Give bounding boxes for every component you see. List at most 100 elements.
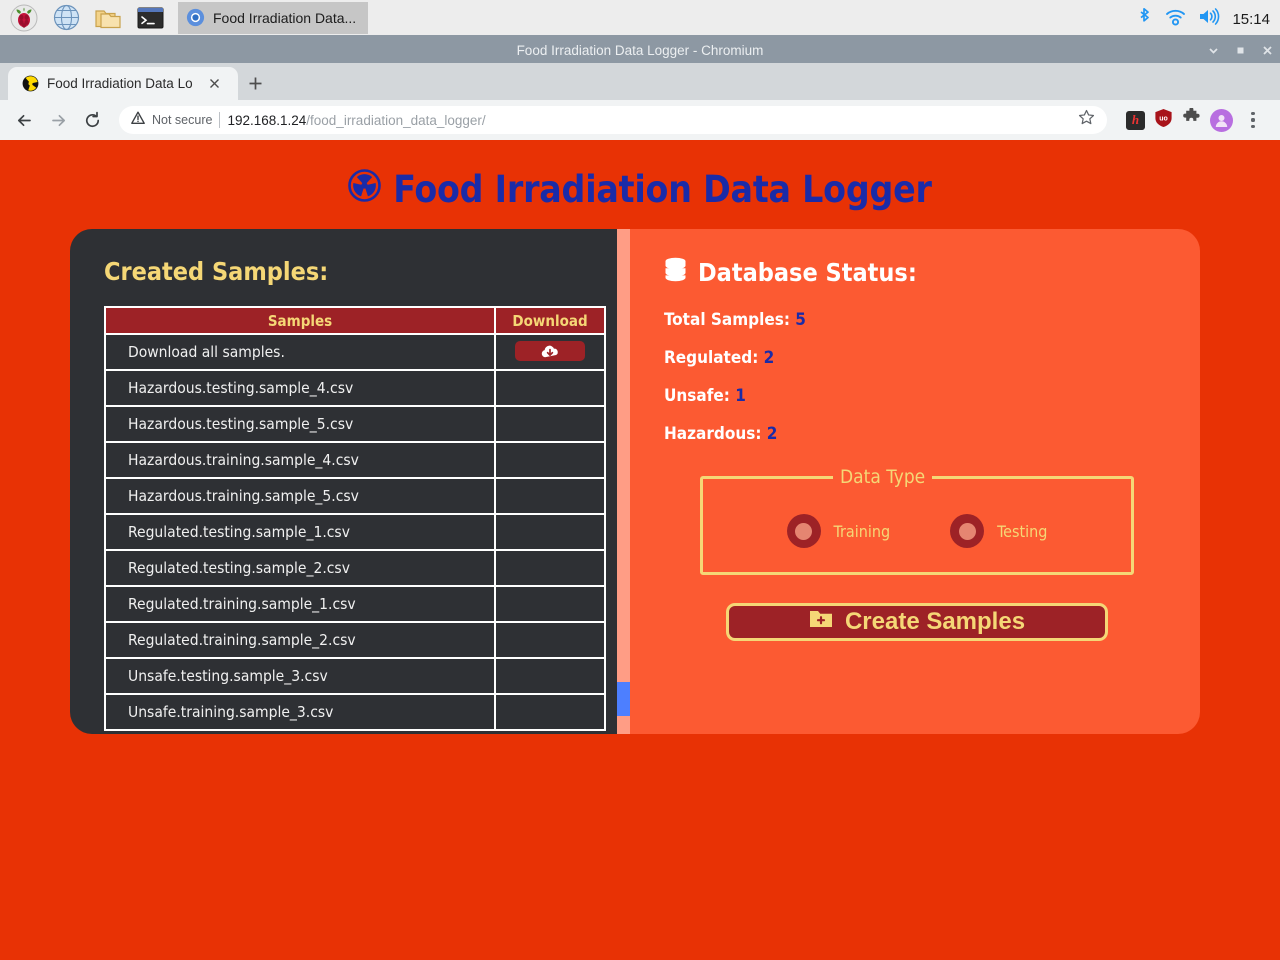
sample-file-name[interactable]: Regulated.training.sample_2.csv <box>105 622 495 658</box>
system-tray: 15:14 <box>1136 0 1270 38</box>
os-taskbar: Food Irradiation Data... 15:14 <box>0 0 1280 38</box>
table-row: Regulated.training.sample_2.csv <box>105 622 605 658</box>
radiation-favicon <box>22 75 39 92</box>
sample-file-name[interactable]: Regulated.testing.sample_1.csv <box>105 514 495 550</box>
created-samples-panel: Created Samples: Samples Download Downlo… <box>70 229 630 734</box>
ublock-origin-extension-icon[interactable]: uo <box>1154 108 1173 133</box>
maximize-window-button[interactable] <box>1233 44 1247 58</box>
sample-file-name[interactable]: Unsafe.training.sample_3.csv <box>105 694 495 730</box>
radio-button[interactable] <box>950 514 984 548</box>
chromium-icon <box>186 8 205 27</box>
sample-download-cell <box>495 370 605 406</box>
taskbar-window-label: Food Irradiation Data... <box>213 10 356 26</box>
column-header-samples: Samples <box>105 307 495 334</box>
reload-button[interactable] <box>77 105 107 135</box>
database-icon <box>664 257 687 288</box>
data-type-option[interactable]: Training <box>787 514 891 548</box>
close-window-button[interactable] <box>1260 44 1274 58</box>
sample-download-cell <box>495 478 605 514</box>
file-manager-icon[interactable] <box>90 2 126 34</box>
sample-download-cell <box>495 658 605 694</box>
database-stat-label: Hazardous: <box>664 424 761 444</box>
terminal-icon[interactable] <box>132 2 168 34</box>
database-stat: Hazardous: 2 <box>664 424 1170 444</box>
bluetooth-icon[interactable] <box>1136 7 1153 32</box>
create-samples-button-label: Create Samples <box>845 608 1025 636</box>
radio-label: Testing <box>997 522 1047 541</box>
security-status-label: Not secure <box>152 113 212 127</box>
svg-text:uo: uo <box>1159 115 1168 122</box>
samples-table-header-row: Samples Download <box>105 307 605 334</box>
sample-file-name[interactable]: Hazardous.testing.sample_4.csv <box>105 370 495 406</box>
table-row: Unsafe.testing.sample_3.csv <box>105 658 605 694</box>
database-stat-value: 2 <box>764 348 775 368</box>
not-secure-warning-icon <box>131 111 145 130</box>
hypothesis-extension-icon[interactable]: h <box>1126 111 1145 130</box>
download-all-cell <box>495 334 605 370</box>
data-type-legend: Data Type <box>833 466 932 488</box>
table-row: Unsafe.training.sample_3.csv <box>105 694 605 730</box>
extensions-puzzle-icon[interactable] <box>1182 108 1201 132</box>
database-stat-value: 5 <box>795 310 806 330</box>
database-stat-label: Unsafe: <box>664 386 730 406</box>
download-all-row: Download all samples. <box>105 334 605 370</box>
window-title: Food Irradiation Data Logger - Chromium <box>517 43 764 58</box>
sample-file-name[interactable]: Regulated.training.sample_1.csv <box>105 586 495 622</box>
extensions-area: h uo <box>1119 107 1271 133</box>
window-controls <box>1206 38 1274 63</box>
samples-scrollbar[interactable] <box>617 229 630 734</box>
table-row: Regulated.testing.sample_2.csv <box>105 550 605 586</box>
sample-download-cell <box>495 442 605 478</box>
sample-file-name[interactable]: Hazardous.training.sample_5.csv <box>105 478 495 514</box>
table-row: Hazardous.testing.sample_5.csv <box>105 406 605 442</box>
samples-table: Samples Download Download all samples. <box>104 306 606 731</box>
wifi-icon[interactable] <box>1165 8 1186 31</box>
sample-download-cell <box>495 550 605 586</box>
raspberry-pi-menu-icon[interactable] <box>6 2 42 34</box>
download-all-button[interactable] <box>515 341 585 361</box>
sample-download-cell <box>495 622 605 658</box>
minimize-window-button[interactable] <box>1206 44 1220 58</box>
browser-titlebar: Food Irradiation Data Logger - Chromium <box>0 38 1280 63</box>
radio-button[interactable] <box>787 514 821 548</box>
address-bar-url: 192.168.1.24/food_irradiation_data_logge… <box>227 113 485 128</box>
sample-download-cell <box>495 694 605 730</box>
data-type-fieldset: Data Type Training Testing <box>700 466 1134 575</box>
volume-icon[interactable] <box>1198 7 1220 31</box>
omnibox-divider <box>219 112 220 128</box>
table-row: Hazardous.training.sample_4.csv <box>105 442 605 478</box>
address-bar[interactable]: Not secure 192.168.1.24/food_irradiation… <box>119 106 1107 134</box>
new-tab-button[interactable] <box>238 67 272 100</box>
close-tab-icon[interactable] <box>205 74 224 93</box>
created-samples-heading: Created Samples: <box>104 257 602 286</box>
browser-tabstrip: Food Irradiation Data Lo <box>0 63 1280 100</box>
browser-menu-button[interactable] <box>1242 107 1264 133</box>
radiation-icon <box>348 168 381 211</box>
table-row: Regulated.training.sample_1.csv <box>105 586 605 622</box>
data-type-option[interactable]: Testing <box>950 514 1047 548</box>
folder-plus-icon <box>809 608 833 636</box>
web-browser-icon[interactable] <box>48 2 84 34</box>
create-samples-button[interactable]: Create Samples <box>726 603 1108 641</box>
page-viewport: Food Irradiation Data Logger Created Sam… <box>0 140 1280 960</box>
database-stat-label: Regulated: <box>664 348 758 368</box>
back-button[interactable] <box>9 105 39 135</box>
column-header-download: Download <box>495 307 605 334</box>
taskbar-window-button[interactable]: Food Irradiation Data... <box>178 2 368 34</box>
sample-file-name[interactable]: Hazardous.training.sample_4.csv <box>105 442 495 478</box>
profile-avatar[interactable] <box>1210 109 1233 132</box>
sample-file-name[interactable]: Unsafe.testing.sample_3.csv <box>105 658 495 694</box>
table-row: Hazardous.training.sample_5.csv <box>105 478 605 514</box>
samples-scrollbar-thumb[interactable] <box>617 682 630 716</box>
sample-file-name[interactable]: Hazardous.testing.sample_5.csv <box>105 406 495 442</box>
data-type-radio-group: Training Testing <box>703 514 1131 548</box>
browser-tab[interactable]: Food Irradiation Data Lo <box>8 67 238 100</box>
database-status-heading: Database Status: <box>664 257 1170 288</box>
browser-tab-title: Food Irradiation Data Lo <box>47 76 197 91</box>
taskbar-launchers <box>0 2 168 34</box>
bookmark-star-icon[interactable] <box>1078 109 1095 131</box>
url-host: 192.168.1.24 <box>227 113 306 128</box>
sample-file-name[interactable]: Regulated.testing.sample_2.csv <box>105 550 495 586</box>
browser-toolbar: Not secure 192.168.1.24/food_irradiation… <box>0 100 1280 140</box>
forward-button[interactable] <box>43 105 73 135</box>
